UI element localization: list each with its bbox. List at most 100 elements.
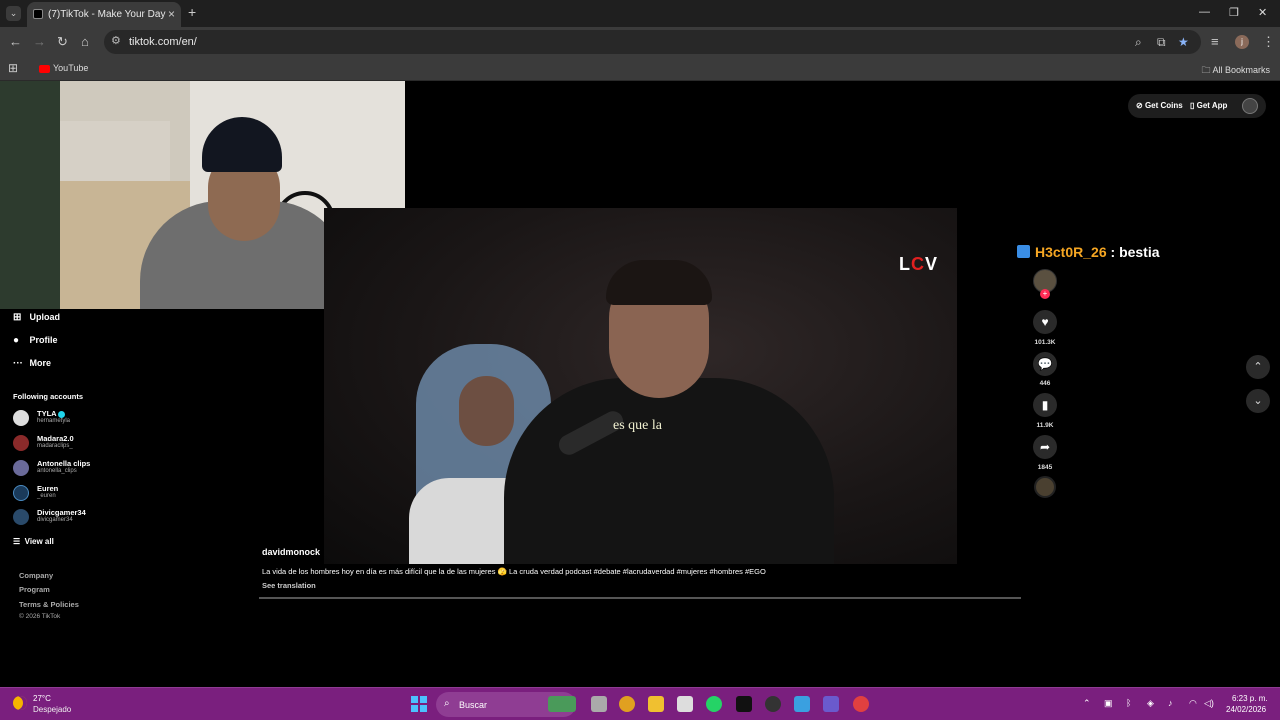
whatsapp-icon[interactable] xyxy=(706,696,722,712)
footer-link-program[interactable]: Program xyxy=(19,585,50,594)
address-bar[interactable]: ⚙ tiktok.com/en/ ⌕ ⧉ ★ xyxy=(104,30,1201,54)
chevron-up-icon: ⌃ xyxy=(1253,361,1263,373)
following-account[interactable]: Madara2.0 madaraclips_ xyxy=(13,433,133,455)
bluetooth-icon[interactable]: ᛒ xyxy=(1126,698,1131,708)
bookmark-star-icon[interactable]: ★ xyxy=(1178,35,1189,49)
file-explorer-icon[interactable] xyxy=(648,696,664,712)
following-account[interactable]: TYLA hernametyla xyxy=(13,408,133,430)
account-handle: hernametyla xyxy=(37,418,71,424)
following-account[interactable]: Euren _euren xyxy=(13,483,133,505)
back-icon[interactable]: ← xyxy=(9,34,22,49)
site-info-icon[interactable]: ⚙ xyxy=(111,34,121,47)
account-handle: madaraclips_ xyxy=(37,443,73,449)
avatar xyxy=(13,485,29,501)
microphone-icon[interactable]: ♪ xyxy=(1168,698,1173,708)
install-app-icon[interactable]: ⧉ xyxy=(1157,35,1166,50)
get-coins-button[interactable]: ⊘ Get Coins xyxy=(1136,101,1183,110)
get-app-label: Get App xyxy=(1196,101,1228,110)
get-app-button[interactable]: ▯ Get App xyxy=(1190,101,1227,110)
comment-button[interactable]: 💬 xyxy=(1033,352,1057,376)
app-icon[interactable] xyxy=(823,696,839,712)
next-video-button[interactable]: ⌄ xyxy=(1246,389,1270,413)
zoom-icon[interactable]: ⌕ xyxy=(1135,35,1142,50)
logo-letter: C xyxy=(911,254,925,274)
url-text[interactable]: tiktok.com/en/ xyxy=(129,36,197,48)
apps-grid-icon[interactable]: ⊞ xyxy=(8,61,18,75)
wifi-icon[interactable]: ◠ xyxy=(1189,698,1197,709)
windows-taskbar: 27°C Despejado ⌕ Buscar ⌃ ▣ ᛒ ◈ ♪ ◠ ◁) 6… xyxy=(0,687,1280,720)
all-bookmarks-label: All Bookmarks xyxy=(1212,65,1270,75)
reload-icon[interactable]: ↻ xyxy=(57,34,68,50)
desktop-app-icon[interactable] xyxy=(794,696,810,712)
chevron-down-icon: ⌄ xyxy=(1253,395,1263,407)
browser-tab-bar: ⌄ (7)TikTok - Make Your Day × + — ❐ ✕ xyxy=(0,0,1280,27)
see-translation-link[interactable]: See translation xyxy=(262,581,316,590)
tray-app-icon[interactable]: ◈ xyxy=(1147,698,1154,709)
following-account[interactable]: Antonella clips antonella_clips xyxy=(13,458,133,480)
tab-close-icon[interactable]: × xyxy=(168,7,175,21)
tray-app-icon[interactable]: ▣ xyxy=(1104,698,1113,709)
previous-video-button[interactable]: ⌃ xyxy=(1246,355,1270,379)
bookmark-label: YouTube xyxy=(53,63,89,73)
menu-kebab-icon[interactable]: ⋮ xyxy=(1262,34,1275,50)
save-button[interactable]: ▮ xyxy=(1033,393,1057,417)
task-view-icon[interactable] xyxy=(591,696,607,712)
following-accounts-title: Following accounts xyxy=(13,392,84,401)
tab-search-button[interactable]: ⌄ xyxy=(6,6,21,21)
weather-moon-icon[interactable] xyxy=(13,696,27,710)
chrome-active-icon[interactable] xyxy=(853,696,869,712)
list-icon: ☰ xyxy=(13,537,21,546)
store-icon[interactable] xyxy=(677,696,693,712)
heart-icon: ♥ xyxy=(1041,315,1049,329)
search-icon: ⌕ xyxy=(444,698,450,709)
like-button[interactable]: ♥ xyxy=(1033,310,1057,334)
weather-description[interactable]: Despejado xyxy=(33,705,71,714)
video-progress-bar[interactable] xyxy=(259,597,1021,599)
follow-plus-icon[interactable]: + xyxy=(1040,289,1050,299)
profile-avatar[interactable]: j xyxy=(1235,35,1249,49)
minimize-button[interactable]: — xyxy=(1199,6,1210,18)
account-handle: divicgamer34 xyxy=(37,517,73,523)
sidebar-item-more[interactable]: ··· More xyxy=(13,358,51,369)
obs-icon[interactable] xyxy=(765,696,781,712)
bookmark-youtube[interactable]: YouTube xyxy=(39,63,88,73)
footer-link-terms[interactable]: Terms & Policies xyxy=(19,600,79,609)
bookmark-icon: ▮ xyxy=(1041,398,1049,412)
all-bookmarks-button[interactable]: 🗀 All Bookmarks xyxy=(1201,63,1270,79)
sidebar-item-profile[interactable]: ● Profile xyxy=(13,335,58,346)
video-subtitle: es que la xyxy=(613,418,662,433)
account-name: TYLA xyxy=(37,409,66,418)
clock-date[interactable]: 24/02/2026 xyxy=(1226,705,1266,714)
footer-link-company[interactable]: Company xyxy=(19,571,53,580)
home-icon[interactable]: ⌂ xyxy=(81,34,89,49)
restore-button[interactable]: ❐ xyxy=(1229,6,1239,19)
account-name: Madara2.0 xyxy=(37,434,74,443)
sidebar-item-upload[interactable]: ⊞ Upload xyxy=(13,312,60,323)
capcut-icon[interactable] xyxy=(736,696,752,712)
volume-icon[interactable]: ◁) xyxy=(1204,698,1214,709)
forward-icon[interactable]: → xyxy=(33,34,46,49)
video-player[interactable]: LCV es que la xyxy=(324,208,957,564)
tiktok-page: ⊘ Get Coins ▯ Get App ⊞ Upload ● Profile… xyxy=(0,81,1280,687)
following-account[interactable]: Divicgamer34 divicgamer34 xyxy=(13,507,133,529)
chrome-icon[interactable] xyxy=(619,696,635,712)
close-window-button[interactable]: ✕ xyxy=(1258,6,1267,19)
music-disc-icon[interactable] xyxy=(1034,476,1056,498)
account-handle: _euren xyxy=(37,493,56,499)
clock-time[interactable]: 6:23 p. m. xyxy=(1232,694,1268,703)
avatar xyxy=(13,410,29,426)
chat-badge-icon xyxy=(1017,245,1030,258)
widget-app-icon[interactable] xyxy=(548,696,576,712)
user-avatar[interactable] xyxy=(1242,98,1258,114)
tray-overflow-icon[interactable]: ⌃ xyxy=(1083,698,1091,709)
weather-temperature[interactable]: 27°C xyxy=(33,694,51,703)
view-all-link[interactable]: ☰ View all xyxy=(13,537,54,546)
comment-icon: 💬 xyxy=(1037,357,1053,371)
logo-letter: V xyxy=(925,254,939,274)
new-tab-button[interactable]: + xyxy=(188,4,196,20)
share-button[interactable]: ➦ xyxy=(1033,435,1057,459)
video-author[interactable]: davidmonock xyxy=(262,547,320,557)
media-controls-icon[interactable]: ≡ xyxy=(1211,34,1219,49)
browser-tab[interactable]: (7)TikTok - Make Your Day × xyxy=(27,2,181,27)
start-button[interactable] xyxy=(411,696,427,712)
